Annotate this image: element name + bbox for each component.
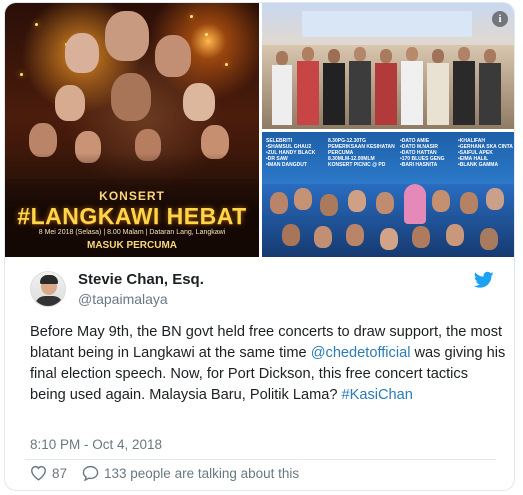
group-photo-image[interactable]: i	[262, 3, 514, 129]
lineup-col-2: 8.30PG-12.30TG PEMERIKSAAN KESIHATAN PERCU…	[328, 138, 395, 168]
twitter-bird-icon[interactable]	[473, 271, 494, 289]
like-count: 87	[52, 465, 68, 481]
reply-bubble-icon	[82, 465, 99, 481]
info-icon[interactable]: i	[492, 11, 508, 27]
hashtag-link[interactable]: #KasiChan	[342, 387, 413, 403]
author-handle[interactable]: @tapaimalaya	[78, 291, 168, 307]
tweet-card: KONSERT #LANGKAWI HEBAT 8 Mei 2018 (Sela…	[4, 2, 515, 491]
lineup-col-4: •KHALIFAH •GERHANA SKA CINTA •SAIFUL APEK •…	[458, 138, 513, 168]
lineup-col-3: •DATO AMIE •DATO M.NASIR •DATO HATTAN •170 …	[400, 138, 445, 168]
like-button[interactable]: 87	[30, 465, 67, 481]
poster-free-entry: MASUK PERCUMA	[87, 240, 177, 251]
author-name[interactable]: Stevie Chan, Esq.	[78, 271, 204, 288]
concert-poster-image[interactable]: KONSERT #LANGKAWI HEBAT 8 Mei 2018 (Sela…	[5, 3, 259, 257]
poster-title-small: KONSERT	[99, 189, 165, 203]
mention-link[interactable]: @chedetofficial	[311, 345, 411, 361]
talking-count: 133 people are talking about this	[104, 465, 300, 481]
lineup-col-1: SELEBRITI •SHAMSUL GHAU2 •ZUL HANDY BLACK •…	[266, 138, 316, 168]
divider	[25, 459, 496, 460]
avatar[interactable]	[30, 271, 66, 307]
poster-title: #LANGKAWI HEBAT	[17, 203, 247, 229]
conversation-button[interactable]: 133 people are talking about this	[82, 465, 299, 481]
heart-icon	[30, 465, 47, 481]
poster-details: 8 Mei 2018 (Selasa) | 8.00 Malam | Datar…	[38, 229, 226, 236]
lineup-text: SELEBRITI •SHAMSUL GHAU2 •ZUL HANDY BLACK •…	[262, 138, 514, 186]
lineup-flyer-image[interactable]: SELEBRITI •SHAMSUL GHAU2 •ZUL HANDY BLACK •…	[262, 132, 514, 257]
tweet-media[interactable]: KONSERT #LANGKAWI HEBAT 8 Mei 2018 (Sela…	[5, 3, 514, 257]
tweet-timestamp[interactable]: 8:10 PM - Oct 4, 2018	[30, 437, 162, 452]
tweet-text: Before May 9th, the BN govt held free co…	[30, 322, 506, 406]
